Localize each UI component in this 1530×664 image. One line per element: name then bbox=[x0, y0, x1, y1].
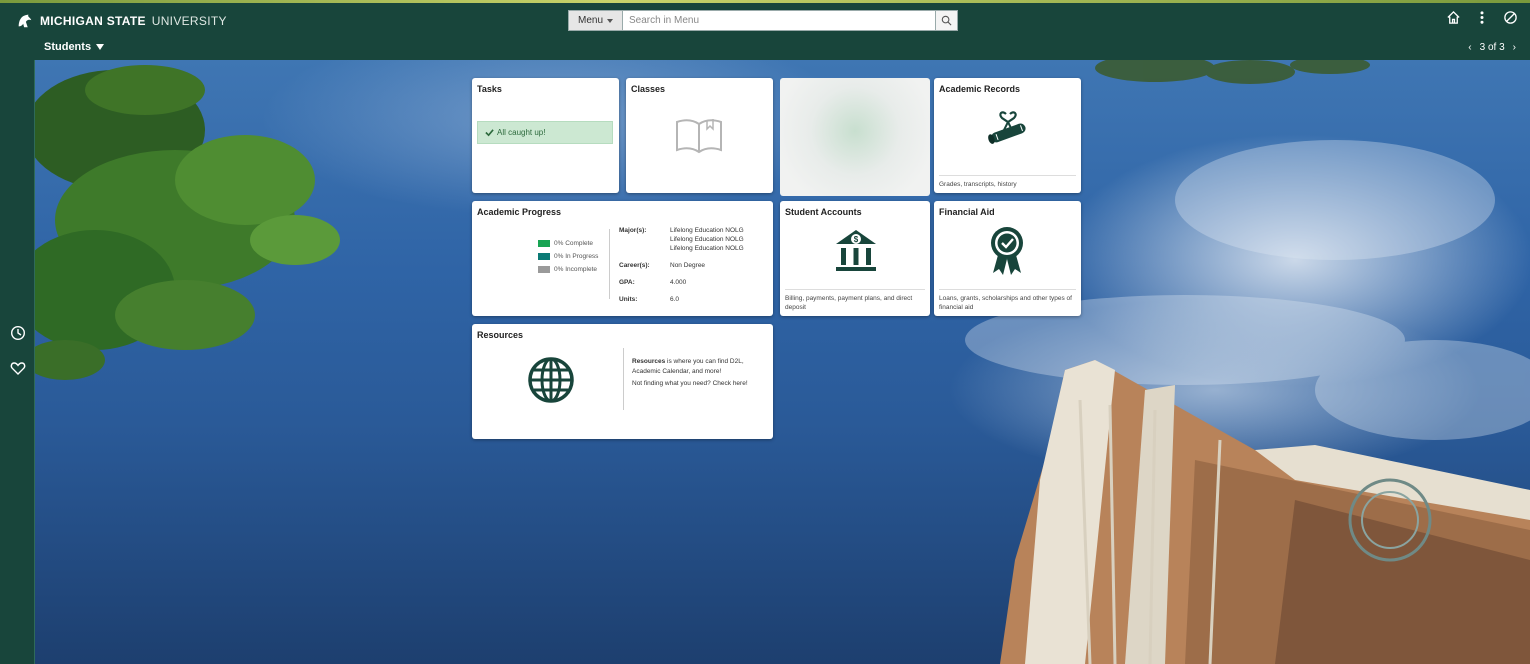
svg-text:$: $ bbox=[854, 235, 859, 244]
resources-help-text: Not finding what you need? Check here! bbox=[632, 380, 748, 387]
chevron-right-icon[interactable]: › bbox=[1513, 42, 1516, 53]
tasks-status-badge: All caught up! bbox=[477, 121, 613, 144]
major-value: Lifelong Education NOLG bbox=[670, 245, 744, 252]
page-pager: ‹ 3 of 3 › bbox=[1468, 42, 1516, 53]
recent-clock-icon[interactable] bbox=[10, 325, 26, 341]
header-accent-stripe bbox=[0, 0, 1530, 3]
tile-title: Resources bbox=[477, 330, 524, 340]
tile-title: Academic Records bbox=[939, 84, 1021, 94]
majors-label: Major(s): bbox=[619, 227, 647, 234]
open-book-icon bbox=[676, 119, 722, 154]
search-input[interactable] bbox=[623, 10, 936, 31]
bank-building-icon: $ bbox=[836, 230, 876, 271]
pager-label: 3 of 3 bbox=[1479, 42, 1505, 53]
caret-down-icon bbox=[607, 18, 613, 23]
university-brand[interactable]: MICHIGAN STATE UNIVERSITY bbox=[16, 12, 227, 30]
menu-search: Menu bbox=[568, 10, 958, 31]
caret-down-icon bbox=[96, 44, 105, 50]
header-actions bbox=[1446, 10, 1518, 25]
home-icon[interactable] bbox=[1446, 10, 1461, 25]
legend-label: 0% In Progress bbox=[554, 253, 599, 260]
tasks-status-text: All caught up! bbox=[497, 128, 546, 137]
gpa-label: GPA: bbox=[619, 279, 635, 286]
tile-resources[interactable]: Resources Resources is where you can fin… bbox=[472, 324, 773, 439]
legend-incomplete: 0% Incomplete bbox=[538, 263, 598, 276]
favorites-heart-icon[interactable] bbox=[10, 360, 26, 376]
tile-description: Loans, grants, scholarships and other ty… bbox=[939, 289, 1076, 312]
progress-info: Major(s): Lifelong Education NOLG Lifelon… bbox=[619, 226, 744, 304]
tile-title: Student Accounts bbox=[785, 207, 862, 217]
units-value: 6.0 bbox=[670, 296, 680, 303]
career-value: Non Degree bbox=[670, 262, 706, 269]
tile-classes[interactable]: Classes bbox=[626, 78, 773, 193]
tile-tasks[interactable]: Tasks All caught up! bbox=[472, 78, 619, 193]
award-badge-icon bbox=[991, 227, 1023, 275]
units-label: Units: bbox=[619, 296, 638, 303]
tile-blurred-placeholder[interactable] bbox=[780, 78, 930, 196]
brand-name-bold: MICHIGAN STATE bbox=[40, 14, 146, 28]
menu-button[interactable]: Menu bbox=[568, 10, 623, 31]
divider bbox=[623, 348, 624, 410]
legend-complete: 0% Complete bbox=[538, 237, 598, 250]
tile-description: Billing, payments, payment plans, and di… bbox=[785, 289, 925, 312]
tile-academic-records[interactable]: Academic Records Grades, transcripts, hi… bbox=[934, 78, 1081, 193]
diploma-scroll-icon bbox=[988, 111, 1026, 144]
tile-title: Financial Aid bbox=[939, 207, 995, 217]
left-sidebar bbox=[0, 60, 35, 664]
tile-financial-aid[interactable]: Financial Aid Loans, grants, scholarship… bbox=[934, 201, 1081, 316]
legend-label: 0% Complete bbox=[554, 240, 594, 247]
header-bar: MICHIGAN STATE UNIVERSITY Students Menu bbox=[0, 0, 1530, 60]
more-vertical-icon[interactable] bbox=[1479, 10, 1485, 25]
resources-bold: Resources bbox=[632, 358, 666, 365]
spartan-helmet-icon bbox=[18, 14, 32, 28]
careers-label: Career(s): bbox=[619, 262, 650, 269]
tile-title: Academic Progress bbox=[477, 207, 562, 217]
tile-title: Tasks bbox=[477, 84, 502, 94]
nav-bar-icon[interactable] bbox=[1503, 10, 1518, 25]
tile-description: Grades, transcripts, history bbox=[939, 175, 1076, 189]
tile-student-accounts[interactable]: Student Accounts $ Billing, payments, pa… bbox=[780, 201, 930, 316]
legend-in-progress: 0% In Progress bbox=[538, 250, 598, 263]
search-button[interactable] bbox=[936, 10, 958, 31]
divider bbox=[609, 229, 610, 299]
chevron-left-icon[interactable]: ‹ bbox=[1468, 42, 1471, 53]
search-icon bbox=[941, 15, 952, 26]
campus-background: Tasks All caught up! Classes Academic Re… bbox=[35, 60, 1530, 664]
major-value: Lifelong Education NOLG bbox=[670, 227, 744, 234]
progress-legend: 0% Complete 0% In Progress 0% Incomplete bbox=[538, 237, 598, 276]
tile-title: Classes bbox=[631, 84, 666, 94]
gpa-value: 4.000 bbox=[670, 279, 687, 286]
resources-description: Resources is where you can find D2L, Aca… bbox=[632, 357, 767, 389]
menu-button-label: Menu bbox=[577, 15, 603, 26]
students-dropdown[interactable]: Students bbox=[44, 41, 105, 53]
tile-academic-progress[interactable]: Academic Progress 0% Complete 0% In Prog… bbox=[472, 201, 773, 316]
major-value: Lifelong Education NOLG bbox=[670, 236, 744, 243]
brand-name-light: UNIVERSITY bbox=[151, 14, 227, 28]
students-label: Students bbox=[44, 41, 92, 53]
globe-icon bbox=[528, 357, 574, 403]
checkmark-icon bbox=[485, 129, 494, 137]
legend-label: 0% Incomplete bbox=[554, 266, 597, 273]
